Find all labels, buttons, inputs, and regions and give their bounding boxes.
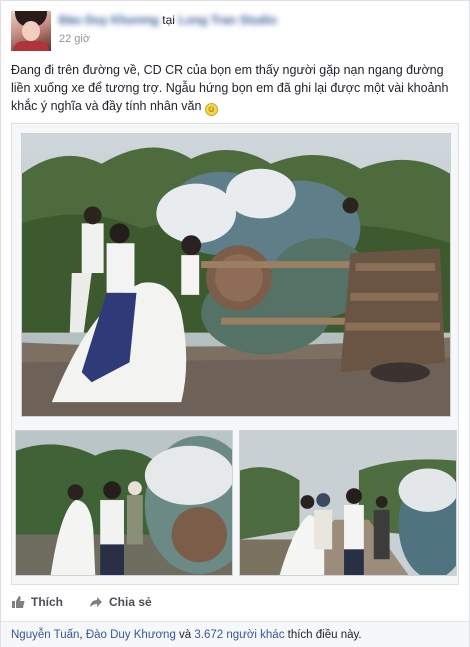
photo-bottom-left[interactable] — [15, 430, 233, 576]
post-body: Đang đi trên đường về, CD CR của bọn em … — [11, 61, 461, 116]
author-name[interactable]: Đào Duy Khương — [59, 13, 159, 27]
post-header: Đào Duy Khương tại Long Tran Studio 22 g… — [11, 11, 461, 51]
couple-on-road-photo — [240, 431, 456, 575]
avatar-face — [22, 21, 40, 41]
post-text: Đang đi trên đường về, CD CR của bọn em … — [11, 63, 449, 113]
author-avatar[interactable] — [11, 11, 51, 51]
likes-and-word: và — [175, 629, 195, 641]
thumbs-up-icon — [12, 596, 25, 608]
photo-bottom-right[interactable] — [239, 430, 457, 576]
liker-name-2[interactable]: Đào Duy Khương — [86, 629, 176, 641]
couple-at-cart-photo — [16, 431, 232, 575]
main-photo[interactable] — [21, 133, 451, 417]
share-label: Chia sẻ — [109, 595, 152, 609]
like-button[interactable]: Thích — [11, 595, 63, 609]
smile-emoji-icon: ☺ — [204, 103, 218, 116]
likes-suffix: thích điều này. — [284, 629, 362, 641]
post-actions: Thích Chia sẻ — [11, 593, 461, 613]
post-card: Đào Duy Khương tại Long Tran Studio 22 g… — [0, 0, 470, 647]
others-link[interactable]: 3.672 người khác — [194, 629, 284, 641]
photo-grid — [11, 123, 459, 585]
location-link[interactable]: Long Tran Studio — [178, 13, 277, 27]
at-word: tại — [162, 13, 175, 27]
avatar-shirt — [13, 41, 49, 51]
author-line: Đào Duy Khương tại Long Tran Studio — [59, 13, 277, 27]
liker-name-1[interactable]: Nguyễn Tuấn — [11, 629, 79, 641]
share-button[interactable]: Chia sẻ — [89, 595, 152, 609]
share-arrow-icon — [90, 597, 102, 607]
wedding-cart-photo — [22, 134, 450, 416]
likes-summary: Nguyễn Tuấn, Đào Duy Khương và 3.672 ngư… — [1, 621, 469, 647]
post-timestamp[interactable]: 22 giờ — [59, 33, 90, 45]
like-label: Thích — [31, 595, 63, 609]
